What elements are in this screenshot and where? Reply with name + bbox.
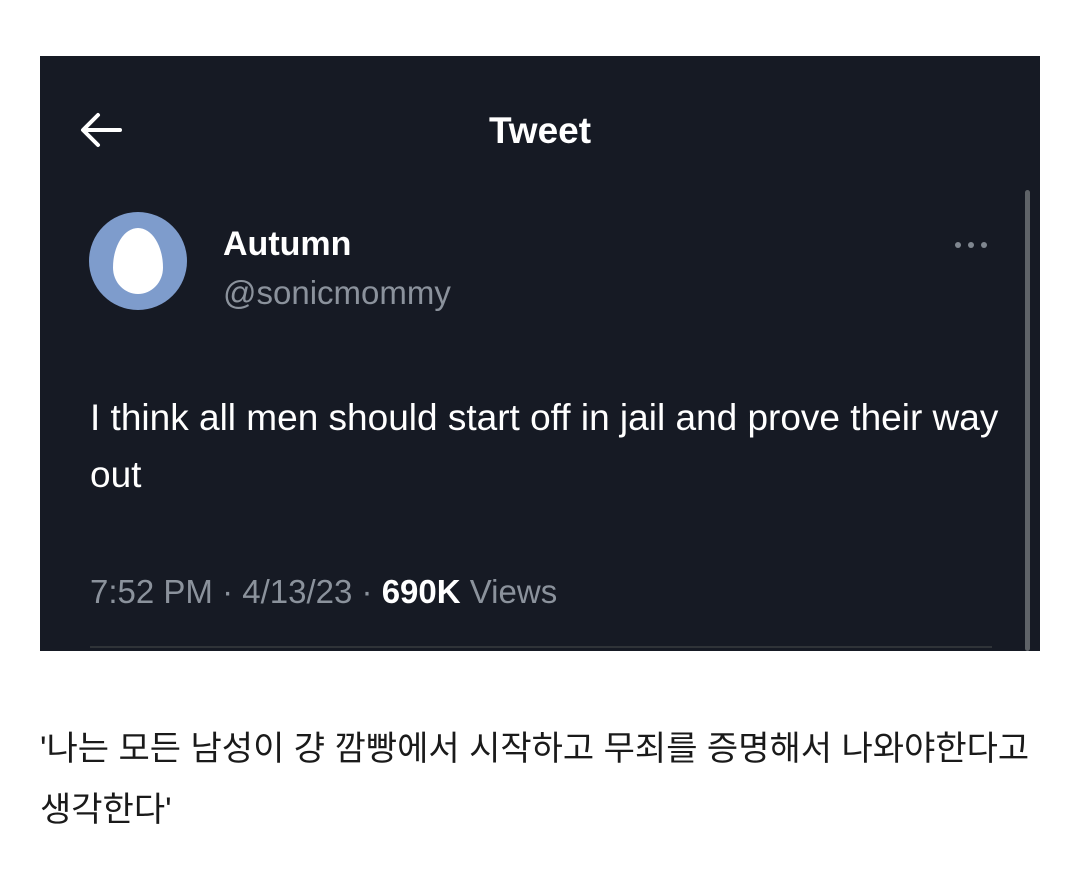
default-egg-avatar-icon bbox=[113, 228, 163, 294]
more-horizontal-icon-dot bbox=[955, 242, 961, 248]
meta-separator: · bbox=[361, 573, 373, 610]
tweet-date[interactable]: 4/13/23 bbox=[242, 573, 352, 610]
more-horizontal-icon-dot bbox=[968, 242, 974, 248]
scrollbar[interactable] bbox=[1025, 190, 1030, 651]
meta-separator: · bbox=[222, 573, 234, 610]
views-count[interactable]: 690K bbox=[382, 573, 461, 610]
more-horizontal-icon-dot bbox=[981, 242, 987, 248]
tweet-text: I think all men should start off in jail… bbox=[90, 397, 999, 495]
more-options-button[interactable] bbox=[951, 233, 991, 257]
divider bbox=[90, 646, 992, 648]
page-title: Tweet bbox=[488, 110, 592, 151]
translation-caption: '나는 모든 남성이 걍 깜빵에서 시작하고 무죄를 증명해서 나와야한다고 생… bbox=[40, 730, 1030, 829]
display-name[interactable]: Autumn bbox=[223, 222, 351, 266]
tweet-screenshot: Tweet Autumn @sonicmommy I think all men… bbox=[40, 56, 1040, 651]
views-label[interactable]: Views bbox=[470, 573, 557, 610]
user-handle[interactable]: @sonicmommy bbox=[223, 271, 451, 315]
avatar[interactable] bbox=[89, 212, 187, 310]
tweet-time[interactable]: 7:52 PM bbox=[90, 573, 213, 610]
tweet-meta: 7:52 PM · 4/13/23 · 690K Views bbox=[90, 570, 557, 614]
